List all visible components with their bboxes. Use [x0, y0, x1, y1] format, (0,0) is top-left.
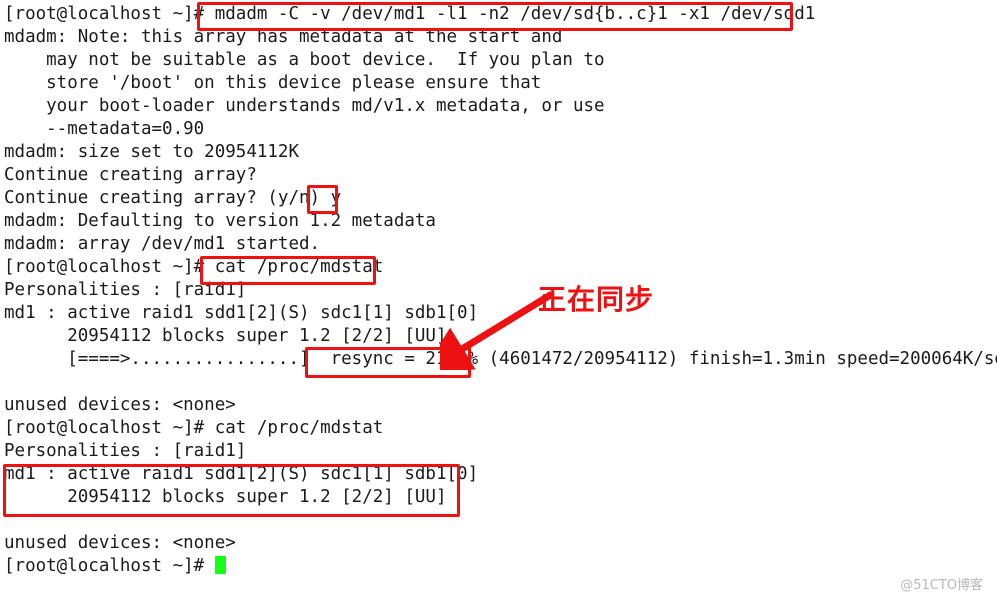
text-cursor [214, 556, 226, 574]
terminal-line: Continue creating array? [4, 165, 257, 185]
terminal-line-resync: [====>................] resync = 21.9% (… [4, 349, 997, 369]
terminal-screenshot: [root@localhost ~]# mdadm -C -v /dev/md1… [0, 0, 997, 601]
terminal-line: may not be suitable as a boot device. If… [4, 50, 605, 70]
terminal-line: md1 : active raid1 sdd1[2](S) sdc1[1] sd… [4, 303, 479, 323]
terminal-prompt-line: [root@localhost ~]# [4, 555, 997, 578]
terminal-output[interactable]: [root@localhost ~]# mdadm -C -v /dev/md1… [0, 0, 997, 601]
terminal-line: mdadm: size set to 20954112K [4, 142, 300, 162]
terminal-line: Personalities : [raid1] [4, 441, 247, 461]
terminal-line: unused devices: <none> [4, 533, 236, 553]
terminal-line: unused devices: <none> [4, 395, 236, 415]
terminal-line: store '/boot' on this device please ensu… [4, 73, 542, 93]
terminal-line: [root@localhost ~]# mdadm -C -v /dev/md1… [4, 4, 816, 24]
terminal-line: mdadm: array /dev/md1 started. [4, 234, 321, 254]
terminal-line: 20954112 blocks super 1.2 [2/2] [UU] [4, 487, 447, 507]
terminal-line: [root@localhost ~]# cat /proc/mdstat [4, 418, 384, 438]
watermark: @51CTO博客 [900, 578, 983, 593]
terminal-line: [root@localhost ~]# cat /proc/mdstat [4, 257, 384, 277]
annotation-label-syncing: 正在同步 [538, 283, 655, 316]
terminal-line: Personalities : [raid1] [4, 280, 247, 300]
terminal-line: Continue creating array? (y/n) y [4, 188, 342, 208]
terminal-line: 20954112 blocks super 1.2 [2/2] [UU] [4, 326, 447, 346]
terminal-line: your boot-loader understands md/v1.x met… [4, 96, 605, 116]
terminal-line: mdadm: Note: this array has metadata at … [4, 27, 563, 47]
terminal-line: --metadata=0.90 [4, 119, 205, 139]
terminal-line: md1 : active raid1 sdd1[2](S) sdc1[1] sd… [4, 464, 479, 484]
shell-prompt: [root@localhost ~]# [4, 556, 215, 576]
terminal-line: mdadm: Defaulting to version 1.2 metadat… [4, 211, 436, 231]
